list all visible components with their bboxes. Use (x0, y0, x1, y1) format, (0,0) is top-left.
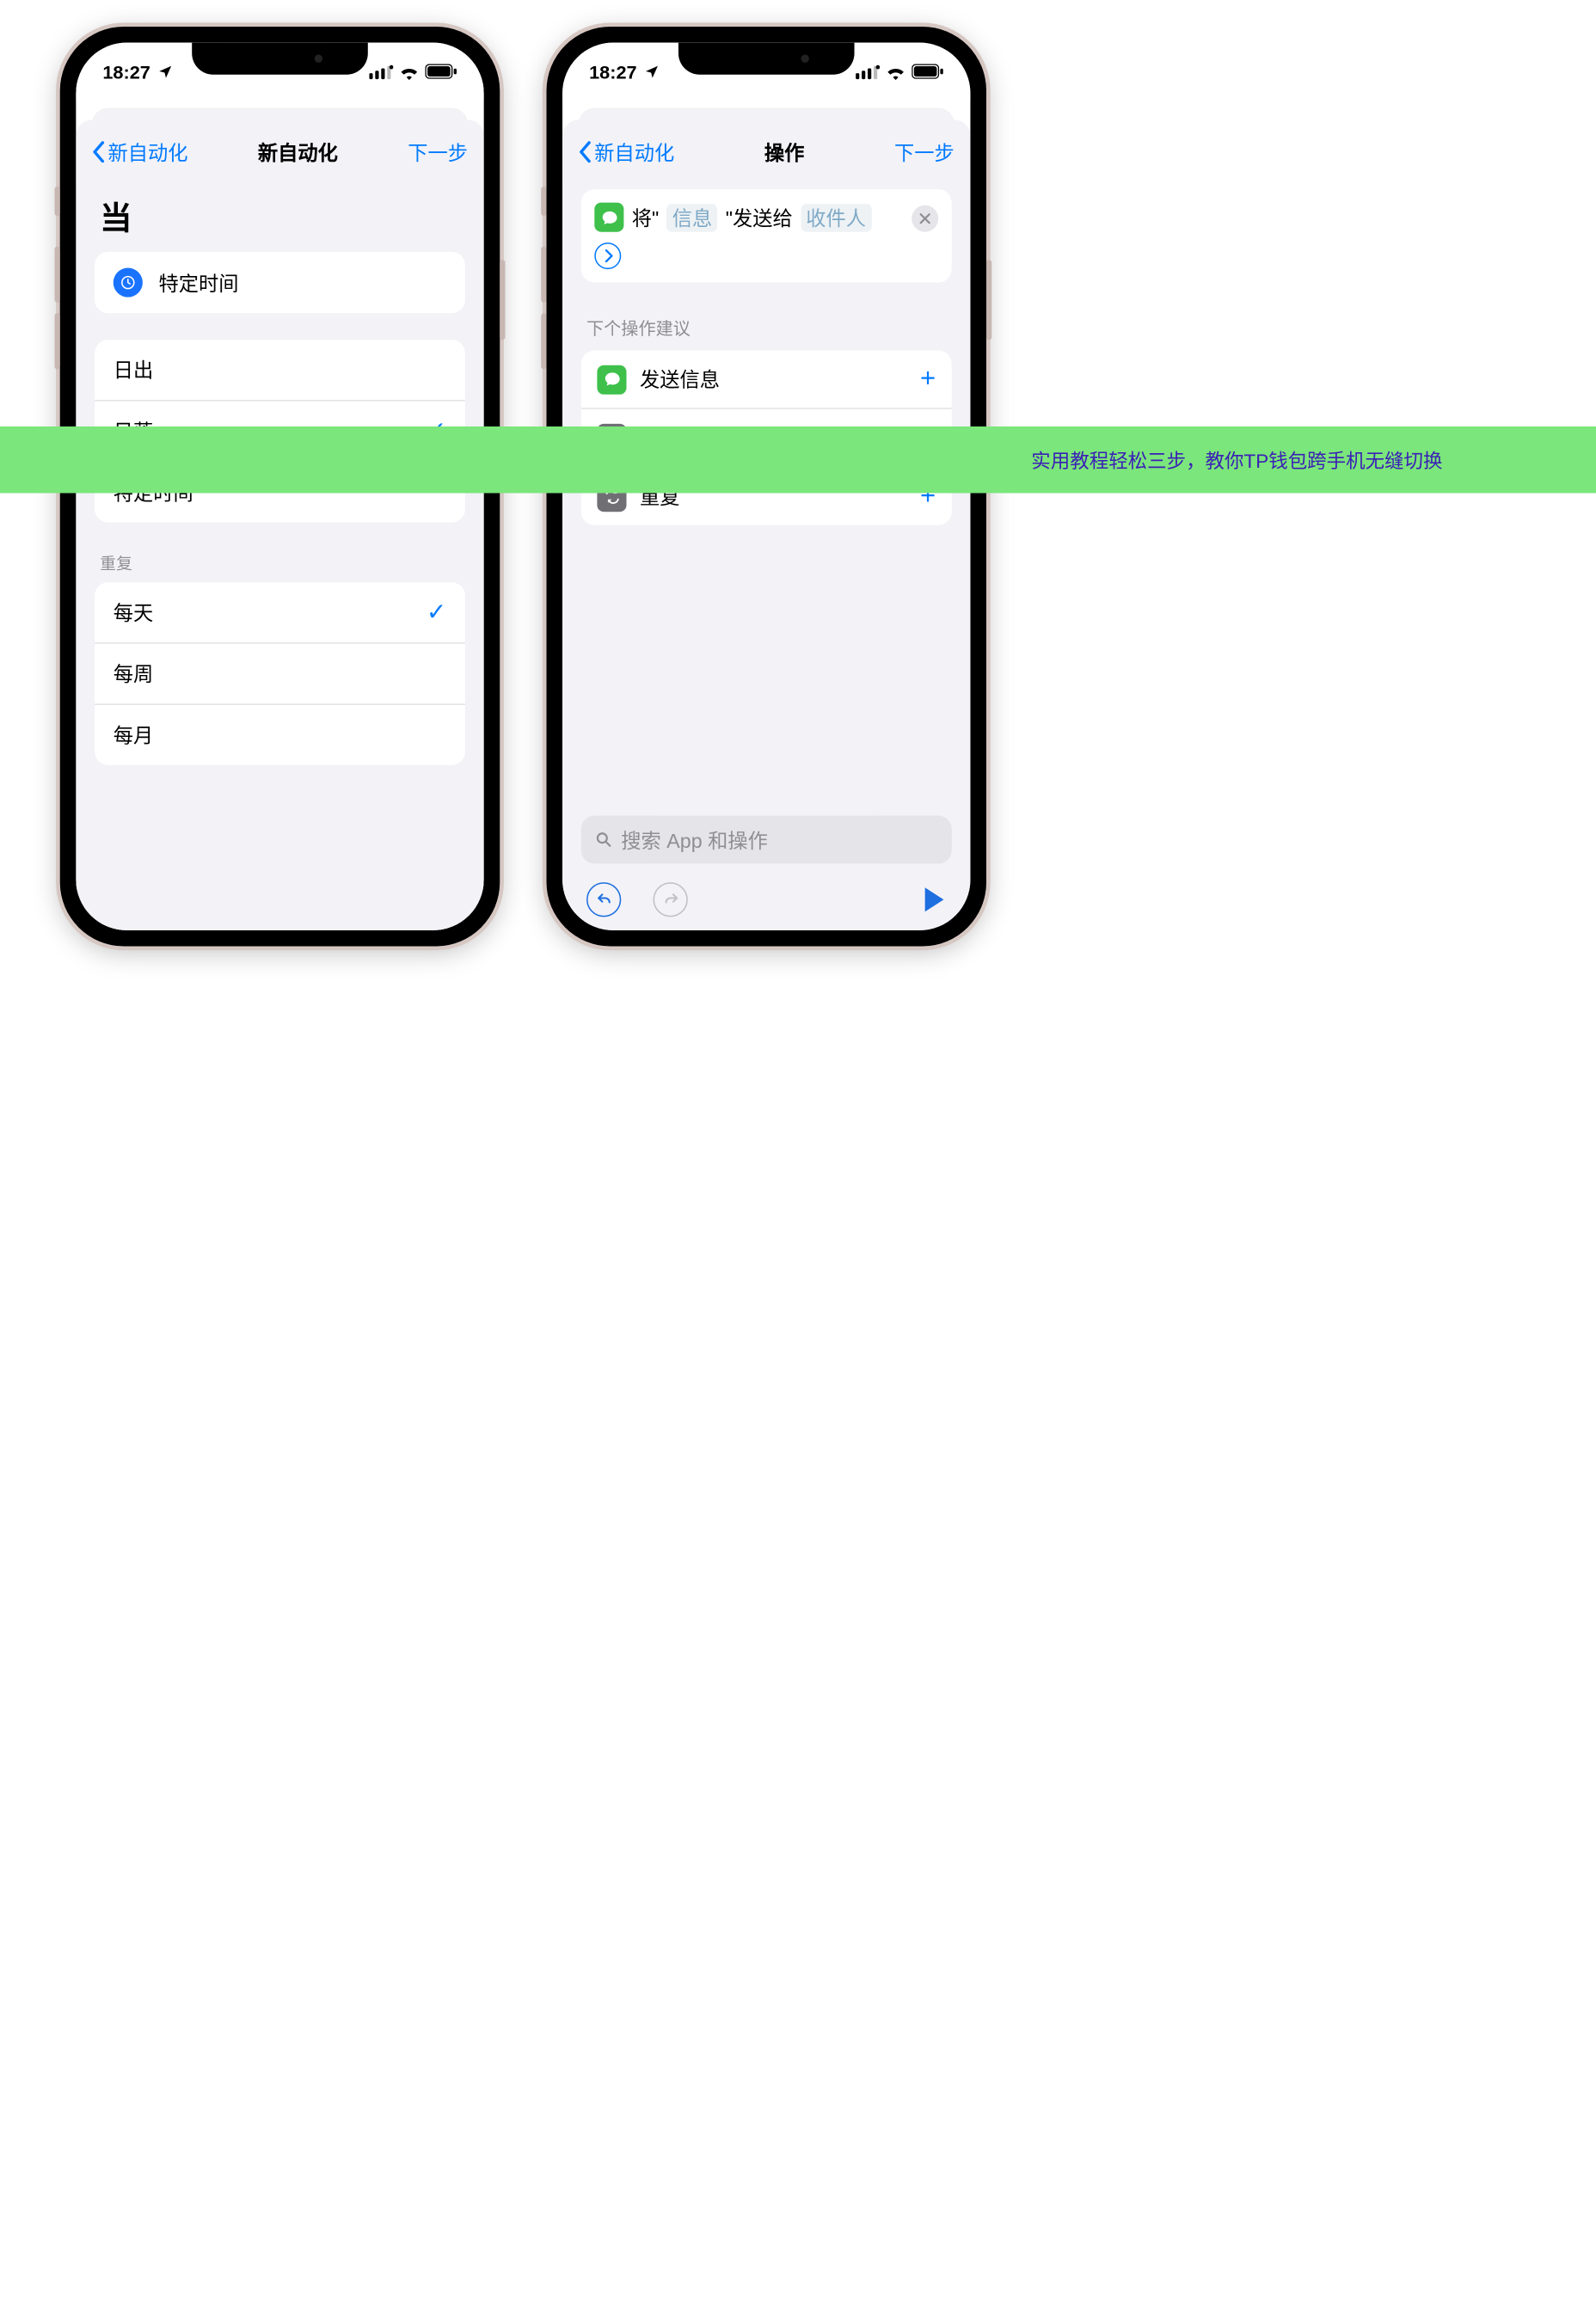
close-icon (920, 213, 930, 224)
notch (678, 43, 855, 75)
page-title: 新自动化 (258, 138, 338, 166)
clear-action-button[interactable] (912, 206, 938, 232)
repeat-weekly[interactable]: 每周 (95, 642, 465, 703)
suggestion-send-message[interactable]: 发送信息 + (581, 351, 952, 408)
undo-button[interactable] (586, 882, 621, 917)
location-icon (643, 64, 660, 80)
status-time: 18:27 (589, 61, 637, 83)
back-button[interactable]: 新自动化 (579, 138, 675, 166)
notch (192, 43, 368, 75)
chevron-left-icon (92, 141, 106, 163)
undo-icon (595, 891, 612, 908)
check-icon: ✓ (427, 598, 446, 627)
suggestions-heading: 下个操作建议 (586, 315, 947, 340)
redo-button (654, 882, 688, 917)
repeat-heading: 重复 (100, 552, 460, 574)
search-icon (594, 831, 613, 850)
chevron-right-icon (603, 249, 612, 262)
overlay-banner: 实用教程轻松三步，教你TP钱包跨手机无缝切换 (0, 426, 1596, 494)
add-icon[interactable]: + (920, 364, 936, 395)
navbar: 新自动化 操作 下一步 (562, 120, 970, 184)
wifi-icon (885, 64, 906, 80)
location-icon (157, 64, 174, 80)
page-title: 操作 (764, 138, 805, 166)
status-time: 18:27 (102, 61, 150, 83)
back-label: 新自动化 (108, 138, 188, 166)
messages-app-icon (597, 365, 626, 394)
chevron-left-icon (579, 141, 592, 163)
search-input[interactable]: 搜索 App 和操作 (581, 816, 952, 864)
next-button[interactable]: 下一步 (408, 138, 468, 166)
wifi-icon (398, 64, 420, 80)
trigger-card: 特定时间 (95, 252, 465, 313)
option-sunrise[interactable]: 日出 (95, 340, 465, 400)
run-button[interactable] (925, 887, 944, 911)
messages-app-icon (594, 203, 623, 232)
action-card[interactable]: 将" 信息 "发送给 收件人 (581, 189, 952, 282)
repeat-monthly[interactable]: 每月 (95, 703, 465, 764)
time-trigger-label: 特定时间 (158, 268, 238, 297)
when-heading: 当 (100, 192, 460, 238)
repeat-options: 每天 ✓ 每周 每月 (95, 582, 465, 764)
cellular-icon (856, 64, 880, 80)
cellular-icon (369, 64, 393, 80)
time-trigger-row[interactable]: 特定时间 (95, 252, 465, 313)
back-button[interactable]: 新自动化 (92, 138, 188, 166)
battery-icon (425, 64, 457, 80)
repeat-daily[interactable]: 每天 ✓ (95, 582, 465, 642)
back-label: 新自动化 (594, 138, 674, 166)
message-token[interactable]: 信息 (667, 203, 718, 231)
redo-icon (662, 891, 679, 908)
search-placeholder: 搜索 App 和操作 (621, 825, 768, 854)
banner-text: 实用教程轻松三步，教你TP钱包跨手机无缝切换 (1031, 445, 1442, 474)
recipient-token[interactable]: 收件人 (801, 203, 871, 231)
navbar: 新自动化 新自动化 下一步 (76, 120, 483, 184)
battery-icon (912, 64, 943, 80)
next-button[interactable]: 下一步 (894, 138, 955, 166)
expand-action-button[interactable] (594, 242, 621, 269)
clock-icon (114, 268, 143, 298)
